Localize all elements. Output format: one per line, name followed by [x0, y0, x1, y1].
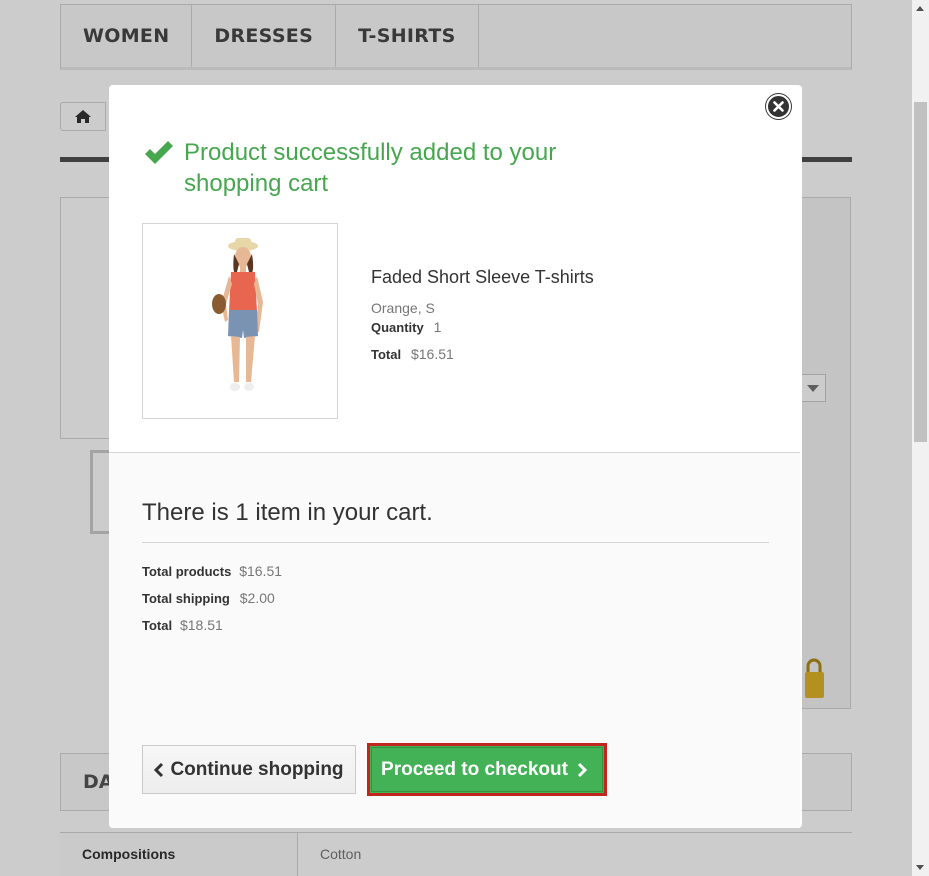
success-message: Product successfully added to your shopp…	[184, 139, 557, 197]
close-icon	[773, 101, 784, 112]
product-total-value: $16.51	[410, 346, 454, 362]
product-total-row: Total $16.51	[371, 346, 454, 362]
divider	[142, 542, 769, 543]
proceed-to-checkout-button[interactable]: Proceed to checkout	[367, 743, 607, 796]
total-products-label: Total products	[142, 564, 232, 579]
total-shipping-value: $2.00	[239, 590, 275, 606]
button-inner-border	[371, 747, 603, 792]
total-products-value: $16.51	[239, 563, 283, 579]
scroll-up-icon[interactable]	[916, 6, 924, 11]
cart-total-row: Total $18.51	[142, 617, 223, 633]
product-quantity-row: Quantity 1	[371, 319, 441, 335]
chevron-left-icon	[154, 762, 164, 777]
continue-shopping-label: Continue shopping	[170, 758, 344, 780]
total-shipping-label: Total shipping	[142, 591, 230, 606]
product-attributes: Orange, S	[371, 300, 435, 316]
quantity-label: Quantity	[371, 320, 424, 335]
quantity-value: 1	[433, 319, 442, 335]
scrollbar-thumb[interactable]	[914, 102, 927, 442]
cart-total-value: $18.51	[179, 617, 223, 633]
product-photo	[212, 238, 263, 391]
total-products-row: Total products $16.51	[142, 563, 282, 579]
product-name: Faded Short Sleeve T-shirts	[371, 267, 594, 287]
total-shipping-row: Total shipping $2.00	[142, 590, 275, 606]
cart-confirmation-modal: Product successfully added to your shopp…	[109, 85, 802, 828]
cart-total-label: Total	[142, 618, 173, 633]
continue-shopping-button[interactable]: Continue shopping	[142, 745, 356, 794]
scroll-down-icon[interactable]	[916, 865, 924, 870]
close-button[interactable]	[766, 94, 791, 119]
product-total-label: Total	[371, 347, 402, 362]
check-icon	[145, 141, 173, 164]
cart-summary-panel: There is 1 item in your cart. Total prod…	[109, 452, 800, 828]
page-scrollbar[interactable]	[912, 0, 929, 876]
cart-count-text: There is 1 item in your cart.	[142, 499, 433, 526]
product-image	[142, 223, 338, 419]
